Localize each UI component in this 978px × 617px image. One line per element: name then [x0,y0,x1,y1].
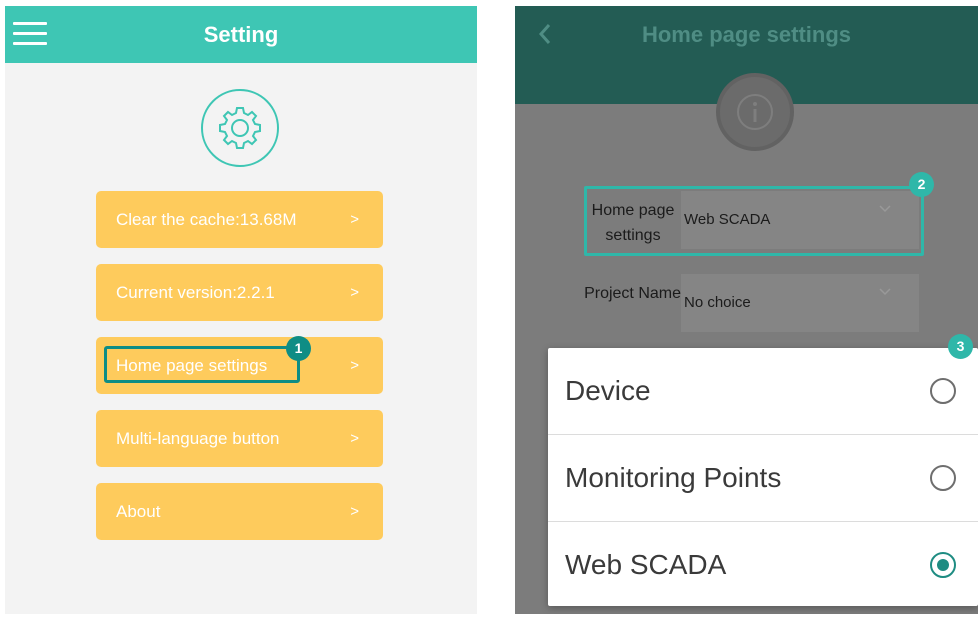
radio-button[interactable] [930,465,956,491]
radio-button[interactable] [930,378,956,404]
annotation-badge: 1 [286,336,311,361]
option-label: Monitoring Points [565,462,782,493]
current-version-button[interactable]: Current version:2.2.1 > [96,264,383,321]
radio-button-selected[interactable] [930,552,956,578]
project-name-label: Project Name [584,285,681,302]
home-page-settings-screen: Home page settings Home page settings We… [515,6,978,614]
clear-cache-button[interactable]: Clear the cache:13.68M > [96,191,383,248]
select-value: No choice [684,294,751,311]
header-bar: Setting [5,6,477,63]
about-button[interactable]: About > [96,483,383,540]
multi-language-button[interactable]: Multi-language button > [96,410,383,467]
chevron-right-icon: > [350,503,359,520]
chevron-right-icon: > [350,357,359,374]
chevron-right-icon: > [350,430,359,447]
project-name-select[interactable]: No choice [681,274,919,332]
option-monitoring-points[interactable]: Monitoring Points [548,435,978,521]
annotation-badge: 2 [909,172,934,197]
info-icon [716,73,794,151]
chevron-right-icon: > [350,211,359,228]
page-title: Setting [203,22,279,47]
annotation-badge: 3 [948,334,973,359]
settings-screen: Setting Clear the cache:13.68M > Current… [5,6,477,614]
menu-item-label: Multi-language button [116,429,280,448]
annotation-highlight-box [104,346,300,383]
home-page-options-dialog: Device Monitoring Points Web SCADA [548,348,978,606]
chevron-right-icon: > [350,284,359,301]
annotation-highlight-box [584,186,924,256]
option-label: Web SCADA [565,549,727,580]
option-label: Device [565,375,651,406]
option-web-scada[interactable]: Web SCADA [548,522,978,608]
settings-gear-icon [201,89,279,167]
chevron-down-icon [879,288,891,296]
option-device[interactable]: Device [548,348,978,434]
menu-item-label: About [116,502,161,521]
page-title: Home page settings [641,22,852,47]
menu-item-label: Clear the cache:13.68M [116,210,297,229]
menu-item-label: Current version:2.2.1 [116,283,275,302]
